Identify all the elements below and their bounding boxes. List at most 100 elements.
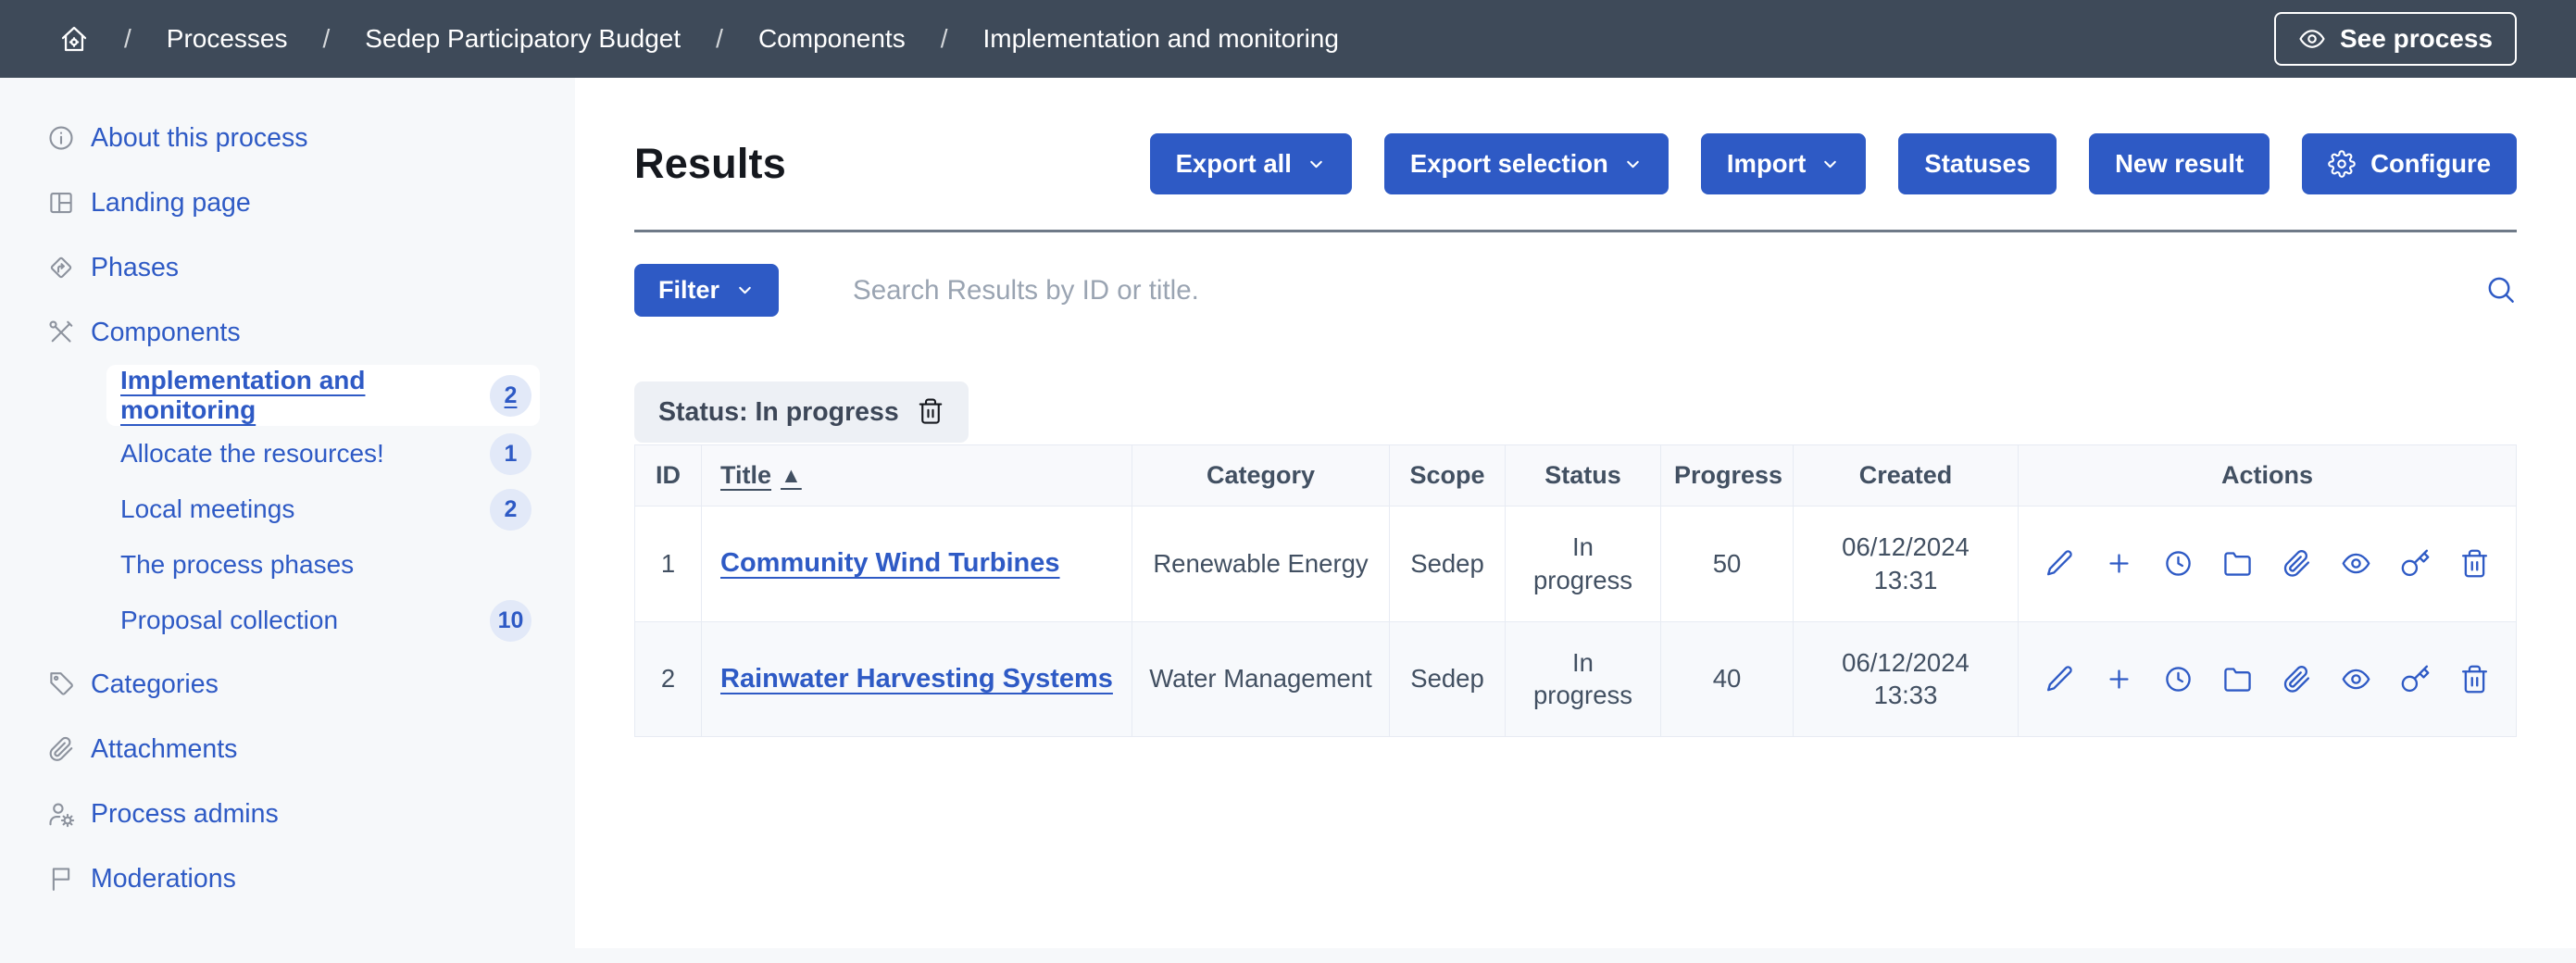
- trash-icon: [917, 397, 944, 425]
- sidebar-item-label: Moderations: [91, 864, 236, 894]
- paperclip-icon: [47, 735, 75, 763]
- count-badge: 10: [490, 600, 531, 642]
- sort-asc-icon: ▲: [781, 463, 802, 488]
- sidebar-item-label: Landing page: [91, 188, 251, 219]
- breadcrumb-item-current[interactable]: Implementation and monitoring: [983, 24, 1339, 54]
- edit-icon[interactable]: [2045, 664, 2075, 694]
- sidebar-item-label: Attachments: [91, 734, 237, 765]
- cell-actions: [2019, 621, 2517, 737]
- import-button[interactable]: Import: [1701, 133, 1867, 194]
- paperclip-icon[interactable]: [2282, 548, 2312, 579]
- main-content: Results Export all Export selection Impo…: [575, 78, 2576, 963]
- timeline-clock-icon[interactable]: [2163, 548, 2194, 579]
- folder-icon[interactable]: [2222, 548, 2253, 579]
- permissions-key-icon[interactable]: [2400, 664, 2431, 694]
- admin-app: / Processes / Sedep Participatory Budget…: [0, 0, 2576, 963]
- phases-icon: [47, 254, 75, 281]
- button-label: Filter: [658, 276, 719, 305]
- table-row: 1 Community Wind Turbines Renewable Ener…: [635, 507, 2517, 622]
- new-result-button[interactable]: New result: [2089, 133, 2270, 194]
- count-badge: 2: [490, 375, 531, 417]
- cell-progress: 40: [1661, 621, 1794, 737]
- sub-item-label: Proposal collection: [120, 606, 338, 635]
- add-icon[interactable]: [2104, 664, 2134, 694]
- cell-status: In progress: [1506, 621, 1661, 737]
- sidebar-subitem-the-process-phases[interactable]: The process phases: [106, 537, 540, 593]
- statuses-button[interactable]: Statuses: [1898, 133, 2057, 194]
- column-header-scope: Scope: [1390, 445, 1506, 507]
- sidebar-item-phases[interactable]: Phases: [0, 235, 575, 300]
- footer-strip: [0, 948, 2576, 963]
- filter-button[interactable]: Filter: [634, 264, 779, 317]
- search-button[interactable]: [2484, 273, 2517, 308]
- home-icon[interactable]: [59, 24, 89, 54]
- breadcrumb: / Processes / Sedep Participatory Budget…: [59, 24, 1339, 54]
- result-title-link[interactable]: Rainwater Harvesting Systems: [720, 664, 1113, 694]
- eye-icon: [2298, 25, 2326, 53]
- page-header: Results Export all Export selection Impo…: [634, 78, 2517, 232]
- cell-created: 06/12/2024 13:33: [1794, 621, 2019, 737]
- preview-eye-icon[interactable]: [2341, 548, 2371, 579]
- breadcrumb-item-components[interactable]: Components: [758, 24, 906, 54]
- column-header-category: Category: [1132, 445, 1390, 507]
- sort-by-title-link[interactable]: Title▲: [720, 461, 802, 490]
- table-row: 2 Rainwater Harvesting Systems Water Man…: [635, 621, 2517, 737]
- sidebar-subitem-proposal-collection[interactable]: Proposal collection 10: [106, 593, 540, 648]
- toolbar: Export all Export selection Import Statu…: [1150, 133, 2517, 194]
- remove-filter-button[interactable]: [917, 397, 944, 428]
- delete-trash-icon[interactable]: [2459, 548, 2490, 579]
- cell-created: 06/12/2024 13:31: [1794, 507, 2019, 622]
- edit-icon[interactable]: [2045, 548, 2075, 579]
- column-header-status: Status: [1506, 445, 1661, 507]
- paperclip-icon[interactable]: [2282, 664, 2312, 694]
- cell-scope: Sedep: [1390, 621, 1506, 737]
- sidebar-item-categories[interactable]: Categories: [0, 652, 575, 717]
- export-all-button[interactable]: Export all: [1150, 133, 1352, 194]
- count-badge: 2: [490, 489, 531, 531]
- sidebar-subitem-implementation-and-monitoring[interactable]: Implementation and monitoring 2: [106, 365, 540, 426]
- sidebar-item-attachments[interactable]: Attachments: [0, 717, 575, 782]
- preview-eye-icon[interactable]: [2341, 664, 2371, 694]
- cell-actions: [2019, 507, 2517, 622]
- sidebar-item-process-admins[interactable]: Process admins: [0, 782, 575, 846]
- layout-icon: [47, 189, 75, 217]
- cell-title: Rainwater Harvesting Systems: [702, 621, 1132, 737]
- timeline-clock-icon[interactable]: [2163, 664, 2194, 694]
- button-label: Statuses: [1924, 149, 2031, 179]
- chevron-down-icon: [1820, 155, 1840, 174]
- add-icon[interactable]: [2104, 548, 2134, 579]
- chevron-down-icon: [735, 281, 755, 300]
- column-header-actions: Actions: [2019, 445, 2517, 507]
- cell-category: Renewable Energy: [1132, 507, 1390, 622]
- components-sub-list: Implementation and monitoring 2 Allocate…: [0, 365, 575, 648]
- page-title: Results: [634, 140, 786, 188]
- sidebar-item-about[interactable]: About this process: [0, 106, 575, 170]
- sidebar-item-components[interactable]: Components: [0, 300, 575, 365]
- result-title-link[interactable]: Community Wind Turbines: [720, 548, 1060, 578]
- sidebar-item-landing-page[interactable]: Landing page: [0, 170, 575, 235]
- search-input[interactable]: [851, 274, 2466, 307]
- sub-item-label: Implementation and monitoring: [120, 366, 490, 425]
- breadcrumb-item-process[interactable]: Sedep Participatory Budget: [365, 24, 681, 54]
- see-process-button[interactable]: See process: [2274, 12, 2517, 66]
- filter-row: Filter: [634, 264, 2517, 317]
- configure-button[interactable]: Configure: [2302, 133, 2517, 194]
- folder-icon[interactable]: [2222, 664, 2253, 694]
- search-icon: [2484, 273, 2517, 306]
- breadcrumb-separator: /: [716, 24, 723, 54]
- export-selection-button[interactable]: Export selection: [1384, 133, 1669, 194]
- sidebar-subitem-allocate-the-resources[interactable]: Allocate the resources! 1: [106, 426, 540, 482]
- sub-item-label: Local meetings: [120, 494, 294, 524]
- sidebar-subitem-local-meetings[interactable]: Local meetings 2: [106, 482, 540, 537]
- button-label: Export all: [1176, 149, 1292, 179]
- breadcrumb-item-processes[interactable]: Processes: [167, 24, 288, 54]
- sidebar-item-moderations[interactable]: Moderations: [0, 846, 575, 911]
- breadcrumb-separator: /: [323, 24, 331, 54]
- sidebar: About this process Landing page Phases C…: [0, 78, 575, 963]
- delete-trash-icon[interactable]: [2459, 664, 2490, 694]
- cell-scope: Sedep: [1390, 507, 1506, 622]
- permissions-key-icon[interactable]: [2400, 548, 2431, 579]
- sidebar-item-label: Components: [91, 318, 241, 348]
- active-filters: Status: In progress: [634, 381, 2517, 443]
- column-header-id: ID: [635, 445, 702, 507]
